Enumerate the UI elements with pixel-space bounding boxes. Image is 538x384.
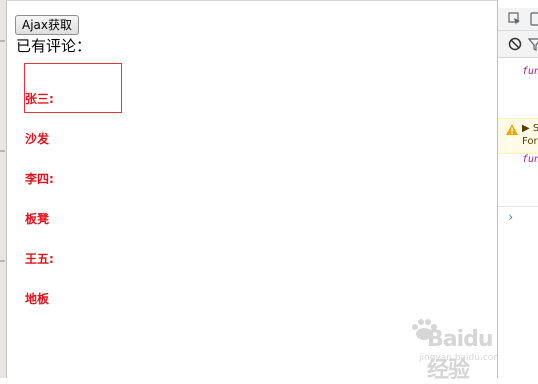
comment-content: 板凳 xyxy=(25,212,50,226)
console-prompt[interactable]: › xyxy=(507,210,514,224)
warning-message-line: For xyxy=(522,136,538,147)
console-log-function: fun xyxy=(522,154,538,165)
edge-tick xyxy=(0,150,5,152)
inspect-element-icon[interactable] xyxy=(508,12,522,26)
comment-author: 张三: xyxy=(25,92,54,106)
filter-icon[interactable] xyxy=(528,37,538,51)
window-left-edge xyxy=(0,0,7,378)
watermark-url: jingyan.baidu.com xyxy=(419,353,503,363)
edge-tick xyxy=(0,40,5,42)
console-divider xyxy=(498,206,538,207)
comment-content: 沙发 xyxy=(25,132,50,146)
warning-icon xyxy=(506,124,518,135)
page-viewport: Ajax获取 已有评论： 张三: 沙发 李四: 板凳 王五: 地板 Baidu经… xyxy=(7,0,502,383)
comment-content: 地板 xyxy=(25,292,50,306)
devtools-toolbar xyxy=(498,8,538,31)
devtools-panel: fun ▶ S For fun › xyxy=(497,0,538,378)
console-toolbar xyxy=(498,31,538,58)
comment-author: 王五: xyxy=(25,252,54,266)
console-log-function: fun xyxy=(522,66,538,77)
comment-author: 李四: xyxy=(25,172,54,186)
warning-message[interactable]: ▶ S xyxy=(522,123,538,134)
ajax-fetch-button[interactable]: Ajax获取 xyxy=(15,15,79,35)
baidu-jingyan-watermark: Baidu经验 jingyan.baidu.com xyxy=(409,319,502,383)
clear-console-icon[interactable] xyxy=(508,37,522,51)
console-warning-row: ▶ S For xyxy=(498,118,538,154)
edge-tick xyxy=(0,260,5,262)
device-toolbar-icon[interactable] xyxy=(528,12,538,26)
comments-heading: 已有评论： xyxy=(16,37,92,55)
